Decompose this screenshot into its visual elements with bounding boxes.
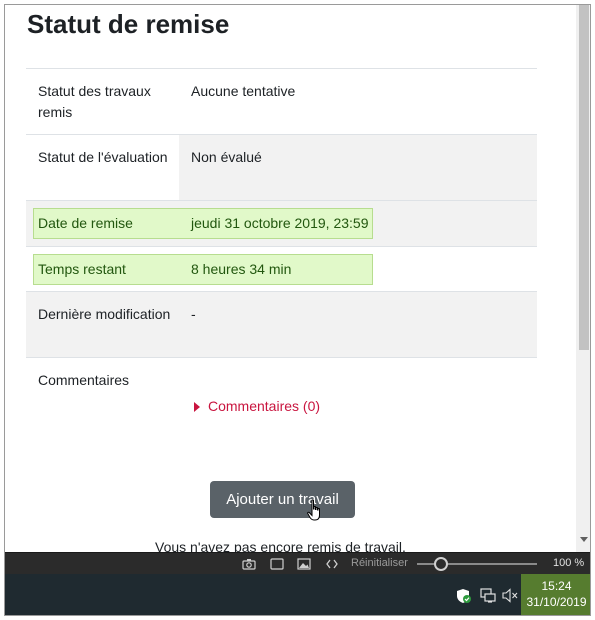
row-label: Commentaires	[38, 372, 130, 388]
assignment-page: Statut de remise Statut des travaux remi…	[5, 5, 576, 552]
vertical-scrollbar[interactable]	[576, 5, 590, 552]
shield-icon[interactable]	[456, 588, 472, 604]
table-row-due-date: Date de remise jeudi 31 octobre 2019, 23…	[26, 201, 537, 247]
row-label: Dernière modification	[38, 306, 171, 322]
row-label: Statut des travaux remis	[38, 83, 151, 120]
table-row-time-remaining: Temps restant 8 heures 34 min	[26, 247, 537, 292]
window-icon[interactable]	[270, 558, 284, 570]
submission-status-table: Statut des travaux remis Aucune tentativ…	[26, 68, 537, 450]
reset-zoom-button[interactable]: Réinitialiser	[351, 557, 408, 569]
camera-icon[interactable]	[242, 558, 256, 570]
zoom-level: 100 %	[553, 557, 585, 569]
clock-date: 31/10/2019	[526, 595, 587, 609]
zoom-slider-thumb[interactable]	[434, 557, 448, 571]
windows-taskbar: 15:24 31/10/2019	[5, 574, 590, 615]
page-title: Statut de remise	[27, 9, 230, 39]
table-row: Statut des travaux remis Aucune tentativ…	[26, 69, 537, 135]
row-label: Statut de l'évaluation	[38, 149, 168, 165]
row-label: Temps restant	[38, 261, 126, 277]
network-icon[interactable]	[480, 588, 497, 603]
table-row: Statut de l'évaluation Non évalué	[26, 135, 537, 201]
code-icon[interactable]	[326, 558, 338, 570]
scroll-down-arrow-icon[interactable]	[580, 537, 588, 542]
comments-link-label: Commentaires (0)	[208, 398, 321, 414]
table-row-comments: Commentaires Commentaires (0)	[26, 358, 537, 450]
table-row: Dernière modification -	[26, 292, 537, 358]
comments-toggle-link[interactable]: Commentaires (0)	[194, 396, 320, 417]
clock-time: 15:24	[541, 579, 572, 593]
no-submission-message: Vous n'avez pas encore remis de travail.	[155, 539, 406, 552]
row-value: Aucune tentative	[191, 83, 296, 99]
image-icon[interactable]	[297, 558, 311, 570]
add-submission-button[interactable]: Ajouter un travail	[210, 481, 355, 518]
row-value: 8 heures 34 min	[191, 261, 292, 277]
taskbar-clock[interactable]: 15:24 31/10/2019	[521, 574, 590, 615]
row-value: jeudi 31 octobre 2019, 23:59	[191, 215, 369, 231]
reader-statusbar: Réinitialiser 100 %	[5, 552, 590, 574]
speaker-muted-icon[interactable]	[502, 588, 518, 603]
app-window: Statut de remise Statut des travaux remi…	[4, 4, 591, 616]
row-label: Date de remise	[38, 215, 133, 231]
row-value: -	[191, 306, 196, 322]
row-value: Non évalué	[191, 149, 262, 165]
scrollbar-thumb[interactable]	[579, 5, 589, 350]
hand-cursor-icon	[307, 499, 320, 521]
caret-right-icon	[194, 401, 200, 412]
